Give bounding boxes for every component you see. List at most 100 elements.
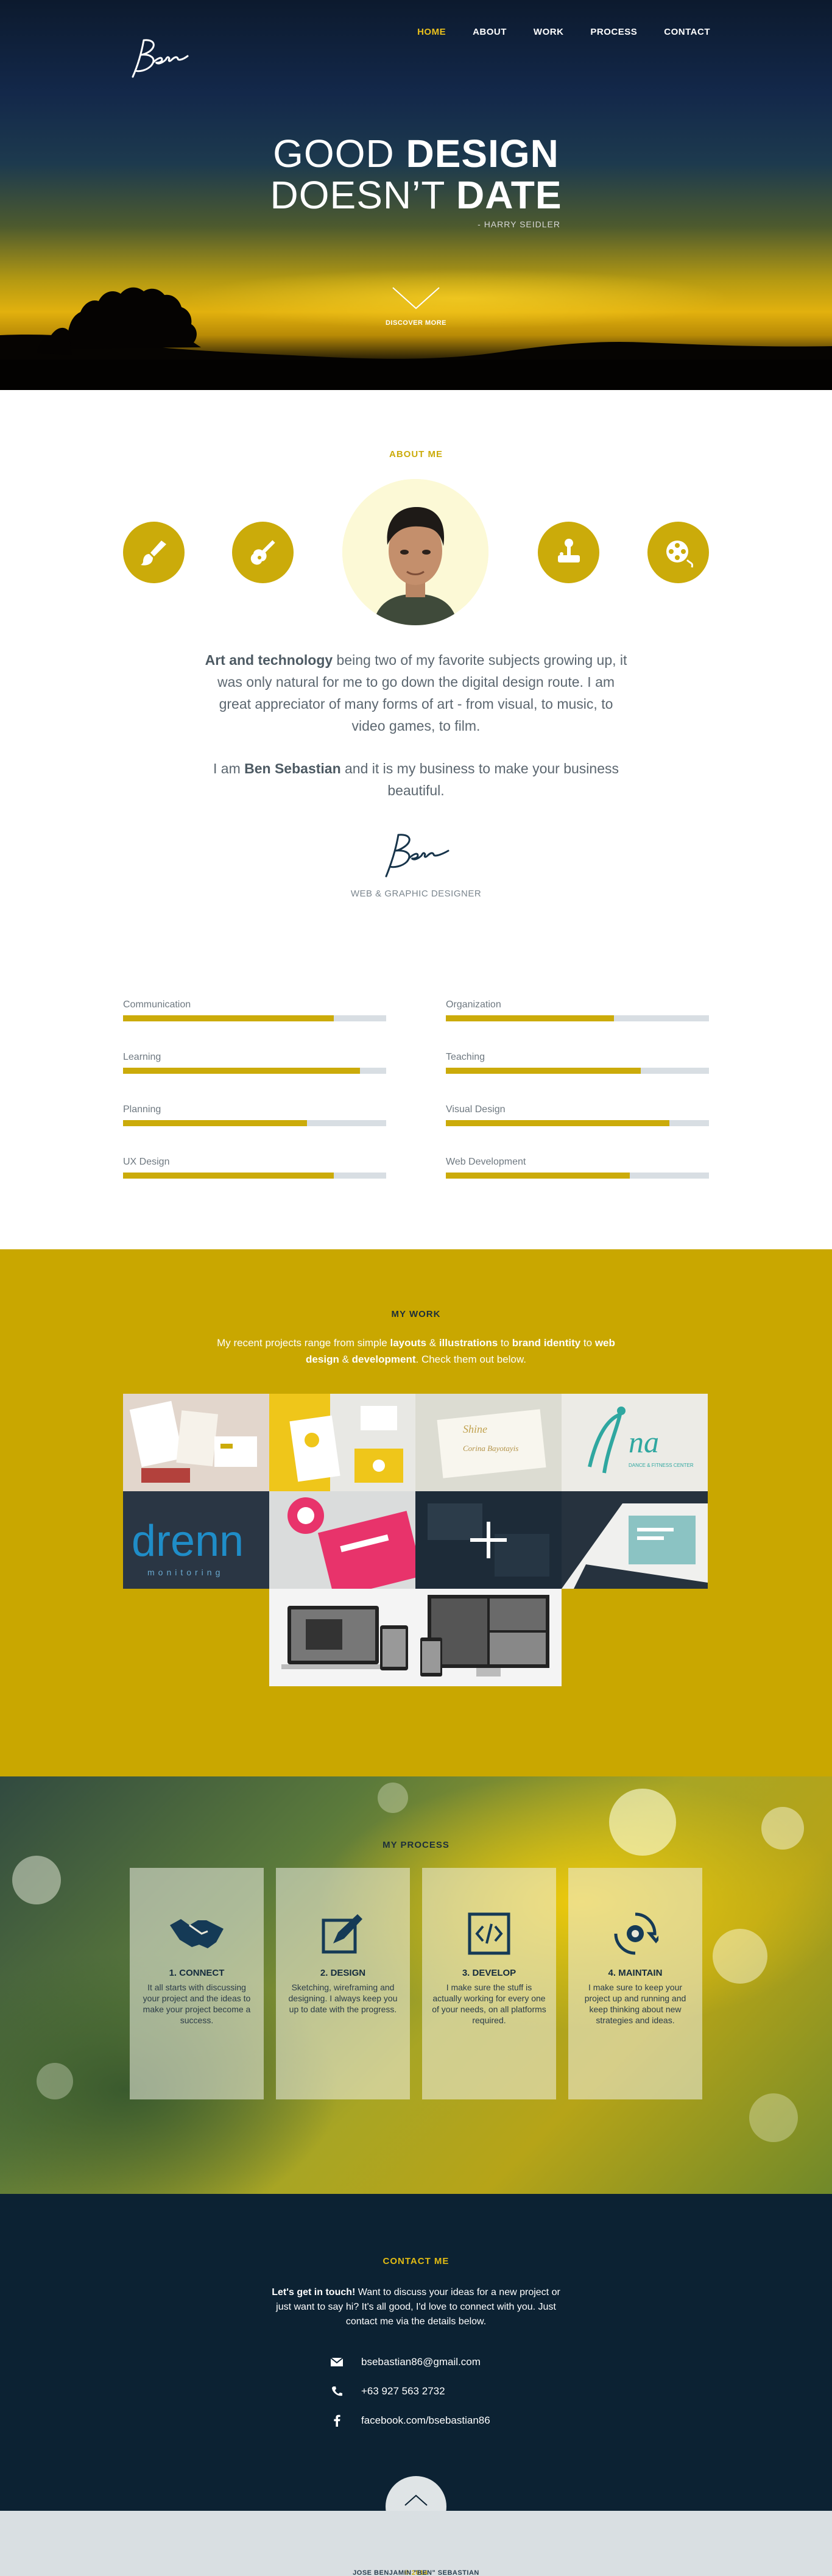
skill-label: Learning bbox=[123, 1052, 161, 1062]
portfolio-tile-stationery[interactable] bbox=[123, 1394, 269, 1491]
headline-line1-light: GOOD bbox=[273, 132, 406, 176]
skill-bar-fill bbox=[446, 1120, 670, 1126]
nav-contact[interactable]: CONTACT bbox=[664, 27, 710, 37]
skill-bar-track bbox=[446, 1068, 709, 1074]
nav-work[interactable]: WORK bbox=[534, 27, 564, 37]
discover-more-button[interactable]: DISCOVER MORE bbox=[0, 286, 832, 327]
skill-bar-track bbox=[446, 1173, 709, 1179]
process-card-develop: 3. DEVELOP I make sure the stuff is actu… bbox=[422, 1868, 556, 2099]
hero-headline: GOOD DESIGN DOESN’T DATE bbox=[0, 133, 832, 216]
work-section: MY WORK My recent projects range from si… bbox=[0, 1249, 832, 1776]
bokeh-light bbox=[37, 2063, 73, 2099]
portfolio-tile-teal-brochure[interactable] bbox=[562, 1491, 708, 1589]
about-text: Art and technology being two of my favor… bbox=[203, 649, 629, 801]
shine-name-text: Corina Bayotayis bbox=[463, 1444, 518, 1453]
skill-bar-track bbox=[123, 1068, 386, 1074]
skill-bar-fill bbox=[446, 1173, 630, 1179]
portfolio-tile-web-devices[interactable] bbox=[269, 1589, 415, 1686]
skill-bar-track bbox=[123, 1173, 386, 1179]
portfolio-tile-pink-cards[interactable] bbox=[269, 1491, 415, 1589]
process-card-connect: 1. CONNECT It all starts with discussing… bbox=[130, 1868, 264, 2099]
design-pen-icon bbox=[322, 1914, 362, 1954]
skill-label: Visual Design bbox=[446, 1104, 506, 1115]
about-paragraph-2: I am Ben Sebastian and it is my business… bbox=[203, 758, 629, 801]
bokeh-light bbox=[12, 1856, 61, 1904]
about-p2-rest: and it is my business to make your busin… bbox=[340, 761, 619, 798]
headline-line2-light: DOESN’T bbox=[270, 173, 457, 217]
portfolio-tile-drenn[interactable]: drenn monitoring bbox=[123, 1491, 269, 1589]
process-step-desc: It all starts with discussing your proje… bbox=[143, 1982, 251, 2025]
hero-section: HOME ABOUT WORK PROCESS CONTACT GOOD DES… bbox=[0, 0, 832, 390]
process-card-maintain: 4. MAINTAIN I make sure to keep your pro… bbox=[568, 1868, 702, 2099]
about-paragraph-1: Art and technology being two of my favor… bbox=[203, 649, 629, 737]
skill-bar-track bbox=[446, 1120, 709, 1126]
contact-email-row[interactable]: bsebastian86@gmail.com bbox=[331, 2356, 481, 2368]
nav-home[interactable]: HOME bbox=[417, 27, 446, 37]
dance-brand-text: na bbox=[629, 1425, 659, 1459]
contact-intro-bold: Let's get in touch! bbox=[272, 2287, 356, 2297]
copyright-name: JOSE BENJAMIN "BEN" SEBASTIAN bbox=[353, 2569, 479, 2576]
role-label: WEB & GRAPHIC DESIGNER bbox=[350, 889, 482, 899]
portfolio-tile-yellow-brand[interactable] bbox=[269, 1394, 415, 1491]
shine-brand-text: Shine bbox=[463, 1423, 487, 1435]
work-intro-brand-identity: brand identity bbox=[512, 1337, 581, 1349]
nav-process[interactable]: PROCESS bbox=[590, 27, 637, 37]
code-window-icon bbox=[468, 1912, 510, 1955]
bokeh-light bbox=[378, 1783, 408, 1813]
headline-line2-bold: DATE bbox=[456, 173, 562, 217]
contact-facebook-row[interactable]: facebook.com/bsebastian86 bbox=[331, 2415, 490, 2427]
portfolio-tile-more[interactable] bbox=[415, 1491, 562, 1589]
skill-label: Planning bbox=[123, 1104, 161, 1115]
main-nav: HOME ABOUT WORK PROCESS CONTACT bbox=[0, 0, 832, 78]
contact-section: CONTACT ME Let's get in touch! Want to d… bbox=[0, 2194, 832, 2537]
work-intro-illustrations: illustrations bbox=[439, 1337, 498, 1349]
phone-icon bbox=[332, 2386, 342, 2396]
joystick-icon bbox=[538, 522, 599, 583]
bokeh-light bbox=[713, 1929, 767, 1984]
work-intro-text: & bbox=[426, 1337, 439, 1349]
about-title: ABOUT ME bbox=[389, 449, 443, 459]
facebook-icon bbox=[334, 2415, 340, 2427]
contact-phone[interactable]: +63 927 563 2732 bbox=[361, 2385, 445, 2397]
work-intro-development: development bbox=[351, 1354, 416, 1365]
ben-signature-logo[interactable] bbox=[119, 32, 199, 83]
process-step-desc: I make sure the stuff is actually workin… bbox=[432, 1982, 546, 2025]
drenn-sub-text: monitoring bbox=[147, 1567, 224, 1577]
chevron-up-icon bbox=[404, 2494, 428, 2506]
work-intro-text: My recent projects range from simple bbox=[217, 1337, 390, 1349]
work-intro-text: . Check them out below. bbox=[415, 1354, 526, 1365]
skill-bar-track bbox=[446, 1015, 709, 1021]
work-intro-layouts: layouts bbox=[390, 1337, 427, 1349]
film-reel-icon bbox=[647, 522, 709, 583]
portfolio-tile-dance-fitness[interactable]: na DANCE & FITNESS CENTER bbox=[562, 1394, 708, 1491]
gear-refresh-icon bbox=[614, 1912, 658, 1955]
contact-facebook[interactable]: facebook.com/bsebastian86 bbox=[361, 2415, 490, 2427]
skill-item: Organization bbox=[446, 999, 709, 1021]
skill-item: Learning bbox=[123, 1052, 386, 1074]
process-step-title: 2. DESIGN bbox=[320, 1968, 366, 1978]
about-p2-bold: Ben Sebastian bbox=[244, 761, 341, 776]
contact-title: CONTACT ME bbox=[383, 2256, 449, 2266]
signature-image bbox=[385, 834, 449, 878]
skill-label: UX Design bbox=[123, 1157, 170, 1167]
skill-bar-fill bbox=[446, 1068, 641, 1074]
skill-item: UX Design bbox=[123, 1157, 386, 1179]
contact-intro: Let's get in touch! Want to discuss your… bbox=[264, 2285, 568, 2329]
nav-about[interactable]: ABOUT bbox=[473, 27, 507, 37]
contact-phone-row[interactable]: +63 927 563 2732 bbox=[331, 2385, 445, 2397]
portfolio-tile-photo-site[interactable] bbox=[415, 1589, 562, 1686]
portfolio-tile-shine-card[interactable]: Shine Corina Bayotayis bbox=[415, 1394, 562, 1491]
work-intro-text: to bbox=[498, 1337, 512, 1349]
drenn-brand-text: drenn bbox=[132, 1517, 244, 1566]
skills-grid: Communication Organization Learning Teachin… bbox=[123, 999, 709, 1179]
skill-bar-fill bbox=[123, 1068, 360, 1074]
footer: © 2014 JOSE BENJAMIN "BEN" SEBASTIAN bbox=[0, 2511, 832, 2576]
skill-label: Web Development bbox=[446, 1157, 526, 1167]
chevron-down-icon bbox=[392, 287, 440, 310]
guitar-icon bbox=[232, 522, 294, 583]
about-p2-start: I am bbox=[213, 761, 245, 776]
skill-item: Communication bbox=[123, 999, 386, 1021]
contact-email[interactable]: bsebastian86@gmail.com bbox=[361, 2356, 481, 2368]
process-step-desc: I make sure to keep your project up and … bbox=[584, 1982, 686, 2025]
dance-sub-text: DANCE & FITNESS CENTER bbox=[629, 1463, 694, 1468]
